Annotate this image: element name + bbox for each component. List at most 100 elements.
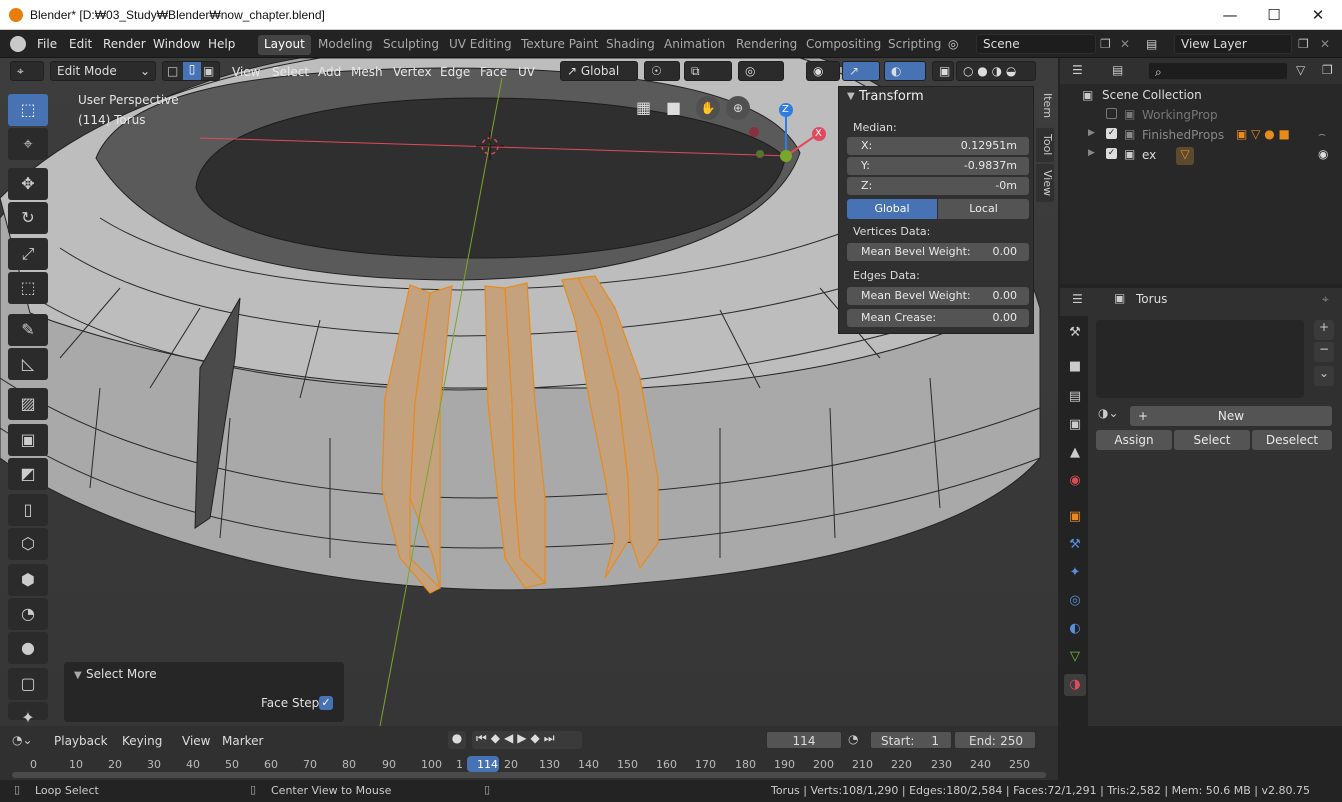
timeline-menu-playback[interactable]: Playback [54,734,108,748]
view-layer-tab-icon[interactable]: ▣ [1064,414,1086,436]
delete-view-layer-icon[interactable]: ✕ [1320,37,1330,51]
local-toggle[interactable]: Local [938,199,1029,219]
viewport-menu-uv[interactable]: UV [512,62,541,82]
mean-crease-field[interactable]: Mean Crease: 0.00 [847,309,1029,327]
scene-tab-icon[interactable]: ▲ [1064,442,1086,464]
collapse-icon[interactable]: ▼ [74,670,82,681]
tab-scripting[interactable]: Scripting [882,35,947,55]
viewport-menu-vertex[interactable]: Vertex [387,62,438,82]
menu-edit[interactable]: Edit [69,37,92,51]
viewport-menu-view[interactable]: View [226,62,266,82]
tab-view[interactable]: View [1036,164,1054,202]
measure-tool[interactable]: ◺ [8,348,48,380]
shear-tool[interactable]: ✦ [8,702,48,727]
pivot-icon[interactable]: ☉ [644,61,680,81]
start-frame-field[interactable]: Start: 1 [870,731,952,749]
viewport-menu-mesh[interactable]: Mesh [345,62,389,82]
select-mode-buttons[interactable]: □ ▯ ▣ [162,61,220,81]
tab-rendering[interactable]: Rendering [730,35,803,55]
shading-mode-icons[interactable]: ○ ● ◑ ◒ [956,61,1036,81]
new-material-button[interactable]: + New [1130,406,1332,426]
expand-icon[interactable]: ▶ [1088,128,1095,138]
proportional-edit-icon[interactable]: ◎ [738,61,784,81]
material-slot-list[interactable] [1096,320,1304,398]
outliner-row-ex[interactable]: ▶ ✓ ▣ ex ▽ ◉ [1060,146,1342,166]
blender-menu-icon[interactable] [10,36,26,52]
xray-icon[interactable]: ▣ [932,61,954,81]
orientation-dropdown[interactable]: ↗ Global [560,61,638,81]
pan-hand-icon[interactable]: ✋ [696,96,720,120]
filter-icon[interactable]: ▽ [1296,63,1305,77]
overlays-icon[interactable]: ◐ [884,61,926,81]
outliner-row-workingprop[interactable]: ▣ WorkingProp [1060,106,1342,126]
menu-file[interactable]: File [37,37,57,51]
exclude-checkbox[interactable] [1106,108,1117,119]
outliner-row-finishedprops[interactable]: ▶ ✓ ▣ FinishedProps ▣ ▽ ● ■ ⌢ [1060,126,1342,146]
rotate-tool[interactable]: ↻ [8,202,48,234]
display-mode-icon[interactable]: ▤ [1112,63,1123,77]
clock-icon[interactable]: ◔ [848,732,858,746]
viewport-menu-face[interactable]: Face [474,62,513,82]
tab-compositing[interactable]: Compositing [800,35,887,55]
gizmo-toggle-icon[interactable]: ↗ [842,61,880,81]
view-layer-icon[interactable]: ▤ [1146,37,1157,51]
scene-field[interactable]: Scene [976,34,1096,54]
knife-tool[interactable]: ⬡ [8,528,48,560]
edge-slide-tool[interactable]: ▢ [8,668,48,700]
browse-material-icon[interactable]: ◑⌄ [1098,406,1126,424]
snap-icon[interactable]: ⧉ [684,61,732,81]
minimize-button[interactable]: — [1208,4,1252,26]
median-y-field[interactable]: Y: -0.9837m [847,157,1029,175]
face-step-checkbox[interactable]: ✓ [319,696,333,710]
extrude-tool[interactable]: ▨ [8,388,48,420]
vertex-select-icon[interactable]: □ [167,64,178,78]
modifier-icon[interactable]: ⚒ [1064,534,1086,556]
properties-editor-icon[interactable]: ☰ [1072,292,1083,306]
exclude-checkbox[interactable]: ✓ [1106,128,1117,139]
edge-select-icon[interactable]: ▯ [183,62,201,80]
median-z-field[interactable]: Z: -0m [847,177,1029,195]
smooth-tool[interactable]: ● [8,632,48,664]
tool-settings-icon[interactable]: ⚒ [1064,322,1086,344]
particles-icon[interactable]: ✦ [1064,562,1086,584]
current-frame-field[interactable]: 114 [766,731,842,749]
viewport-menu-add[interactable]: Add [312,62,347,82]
mode-dropdown[interactable]: Edit Mode ⌄ [50,61,156,81]
timeline-menu-marker[interactable]: Marker [222,734,263,748]
remove-slot-button[interactable]: − [1314,342,1334,362]
menu-render[interactable]: Render [103,37,146,51]
select-box-tool[interactable]: ⬚ [8,94,48,126]
render-icon[interactable]: ■ [1064,356,1086,378]
new-collection-icon[interactable]: ❐ [1322,63,1333,77]
zoom-icon[interactable]: ⊕ [726,96,750,120]
object-tab-icon[interactable]: ▣ [1064,506,1086,528]
data-icon[interactable]: ▽ [1064,646,1086,668]
face-select-icon[interactable]: ▣ [203,64,214,78]
tab-animation[interactable]: Animation [658,35,731,55]
median-x-field[interactable]: X: 0.12951m [847,137,1029,155]
eye-icon[interactable]: ◉ [1318,147,1328,161]
grid-toggle-icon[interactable]: ▦ [636,98,651,117]
vertex-mean-bevel-field[interactable]: Mean Bevel Weight: 0.00 [847,243,1029,261]
playback-controls[interactable]: ⏮◆◀▶◆⏭ [472,731,582,749]
scene-icon[interactable]: ◎ [948,37,972,53]
spin-tool[interactable]: ◔ [8,598,48,630]
view-layer-field[interactable]: View Layer [1174,34,1292,54]
scene-collection-row[interactable]: ▣ Scene Collection [1060,86,1342,106]
editor-type-icon[interactable]: ⌖ [10,61,44,81]
maximize-button[interactable]: ☐ [1252,4,1296,26]
timeline-editor-icon[interactable]: ◔⌄ [12,733,33,747]
slot-menu-chevron-icon[interactable]: ⌄ [1314,366,1334,386]
scale-tool[interactable]: ⤢ [8,238,48,270]
tab-modeling[interactable]: Modeling [312,35,379,55]
deselect-button[interactable]: Deselect [1252,430,1332,450]
new-scene-icon[interactable]: ❐ [1100,37,1111,51]
loop-cut-tool[interactable]: ▯ [8,494,48,526]
assign-button[interactable]: Assign [1096,430,1172,450]
end-frame-field[interactable]: End: 250 [954,731,1036,749]
cursor-tool[interactable]: ⌖ [8,128,48,160]
bevel-tool[interactable]: ◩ [8,458,48,490]
poly-build-tool[interactable]: ⬢ [8,564,48,596]
delete-scene-icon[interactable]: ✕ [1120,37,1130,51]
outliner-search-input[interactable]: ⌕ [1148,62,1288,80]
